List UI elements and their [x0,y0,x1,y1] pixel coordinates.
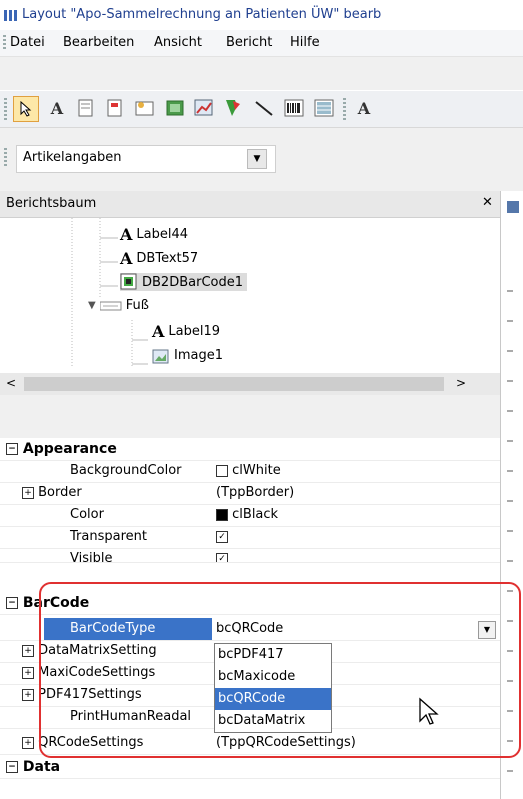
report-tree: A Label44 A DBText57 DB2DBarCode1 ▼ Fuß … [0,218,500,591]
toolbar-separator [343,98,346,120]
checkbox-checked-icon[interactable]: ✓ [216,552,228,562]
shape-tool-icon[interactable] [221,96,245,120]
checkbox-checked-icon[interactable]: ✓ [216,530,228,543]
image-icon [152,349,169,364]
color-swatch [216,464,228,477]
tree-item-selected[interactable]: DB2DBarCode1 [120,273,247,291]
menu-hilfe[interactable]: Hilfe [290,35,320,50]
menu-bar: Datei Bearbeiten Ansicht Bericht Hilfe [0,30,523,57]
menu-grip[interactable] [3,35,6,51]
image-tool-icon[interactable] [163,96,187,120]
field-combo-value: Artikelangaben [23,150,122,165]
db-label-tool-icon[interactable]: A [352,96,376,120]
tree-item[interactable]: A DBText57 [120,249,198,268]
color-swatch [216,508,228,521]
collapse-icon[interactable]: − [6,443,18,455]
table-tool-icon[interactable] [312,96,336,120]
richtext-tool-icon[interactable] [103,96,127,120]
menu-bericht[interactable]: Bericht [226,35,272,50]
barcode-tool-icon[interactable] [282,96,306,120]
label-tool-icon[interactable]: A [45,96,69,120]
tree-item[interactable]: A Label19 [152,322,220,341]
prop-row[interactable]: BackgroundColor clWhite [0,460,500,483]
panel-icon [507,201,519,213]
label-icon: A [152,322,165,341]
select-arrow-icon[interactable] [13,96,39,122]
toolbar-grip[interactable] [4,98,7,120]
band-icon [99,301,122,310]
menu-ansicht[interactable]: Ansicht [154,35,202,50]
expand-icon[interactable]: + [22,688,34,701]
tree-item[interactable]: ▼ Fuß [88,298,149,313]
field-combo[interactable]: Artikelangaben ▼ [16,145,276,173]
chevron-down-icon[interactable]: ▼ [247,149,267,169]
chevron-down-icon[interactable]: ▼ [88,300,96,311]
tree-item[interactable]: Image1 [152,348,223,372]
prop-row[interactable]: Transparent ✓ [0,526,500,549]
combo-grip[interactable] [4,148,7,168]
tree-panel-header: Berichtsbaum ✕ [0,191,500,218]
expand-icon[interactable]: + [22,736,34,749]
category-data[interactable]: − Data [0,756,500,779]
chevron-right-icon[interactable]: > [456,376,466,390]
tree-item[interactable]: A Label44 [120,225,188,244]
category-appearance[interactable]: − Appearance [0,438,500,461]
prop-row[interactable]: Visible ✓ [0,548,500,563]
menu-bearbeiten[interactable]: Bearbeiten [63,35,134,50]
scrollbar-thumb[interactable] [24,377,444,391]
tree-panel-title: Berichtsbaum [6,196,97,211]
prop-row[interactable]: Color clBlack [0,504,500,527]
expand-icon[interactable]: + [22,486,34,499]
chart-tool-icon[interactable] [192,96,216,120]
collapse-icon[interactable]: − [6,597,18,609]
window-title: Layout "Apo-Sammelrechnung an Patienten … [22,7,382,22]
calc-tool-icon[interactable] [133,96,157,120]
barcode-icon [120,273,137,290]
collapse-icon[interactable]: − [6,761,18,773]
line-tool-icon[interactable] [252,96,276,120]
menu-datei[interactable]: Datei [10,35,45,50]
dbtext-icon: A [120,249,133,268]
expand-icon[interactable]: + [22,666,34,679]
highlight-frame [39,582,521,758]
label-icon: A [120,225,133,244]
expand-icon[interactable]: + [22,644,34,657]
prop-row[interactable]: + Border (TppBorder) [0,482,500,505]
chevron-left-icon[interactable]: < [6,376,16,390]
app-icon [4,10,17,21]
close-icon[interactable]: ✕ [482,195,493,210]
tree-horizontal-scrollbar[interactable]: < > [0,373,500,395]
memo-tool-icon[interactable] [74,96,98,120]
title-bar: Layout "Apo-Sammelrechnung an Patienten … [0,0,523,30]
